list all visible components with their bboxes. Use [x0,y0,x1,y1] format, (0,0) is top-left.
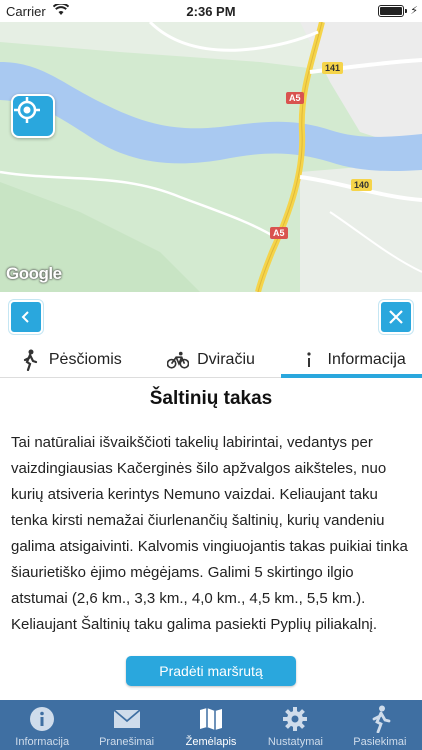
tab-bicycle[interactable]: Dviračiu [141,342,282,377]
nav-messages-label: Pranešimai [99,736,155,748]
status-bar: Carrier 2:36 PM ⚡ [0,0,422,22]
nav-settings[interactable]: Nustatymai [253,700,337,750]
panel-controls [0,292,422,342]
nav-map[interactable]: Žemėlapis [169,700,253,750]
crosshair-icon [14,97,40,123]
google-logo: Google [6,264,62,283]
nav-achievements[interactable]: Pasiekimai [338,700,422,750]
chevron-left-icon [21,311,29,323]
battery-icon [378,5,404,17]
route-title: Šaltinių takas [149,388,273,409]
close-icon [389,310,403,324]
nav-messages[interactable]: Pranešimai [84,700,168,750]
nav-achievements-label: Pasiekimai [353,736,407,748]
start-route-button[interactable]: Pradėti maršrutą [126,656,296,686]
map-icon [196,704,226,734]
tab-walking-label: Pėsčiomis [48,350,122,368]
nav-information[interactable]: Informacija [0,700,84,750]
envelope-icon [112,704,142,734]
runner-icon [365,704,395,734]
my-location-button[interactable] [11,94,55,138]
bicycle-icon [167,349,190,371]
map-canvas [0,22,422,292]
clock: 2:36 PM [186,4,236,19]
tab-information-label: Informacija [327,350,406,368]
charging-icon: ⚡ [410,5,418,17]
info-icon [298,349,320,371]
close-button[interactable] [379,300,413,334]
road-label: A5 [286,92,304,104]
gear-icon [280,704,310,734]
route-tabs: Pėsčiomis Dviračiu Informacija [0,342,422,378]
info-content: Šaltinių takas Tai natūraliai išvaikščio… [0,380,422,698]
battery-tip [405,9,407,13]
tab-walking[interactable]: Pėsčiomis [0,342,141,377]
nav-map-label: Žemėlapis [185,736,237,748]
nav-settings-label: Nustatymai [267,736,323,748]
tab-bicycle-label: Dviračiu [197,350,255,368]
map-view[interactable]: 141 A5 140 A5 Google [0,22,422,292]
road-label: 140 [351,179,373,191]
route-description: Tai natūraliai išvaikščioti takelių labi… [11,434,408,633]
walker-icon [19,349,41,371]
info-circle-icon [27,704,57,734]
road-label: 141 [322,62,344,74]
road-label: A5 [270,227,288,239]
tab-information[interactable]: Informacija [281,342,422,378]
back-button[interactable] [9,300,43,334]
bottom-nav: Informacija Pranešimai Žemėlapis Nustaty… [0,700,422,750]
nav-information-label: Informacija [15,736,70,748]
